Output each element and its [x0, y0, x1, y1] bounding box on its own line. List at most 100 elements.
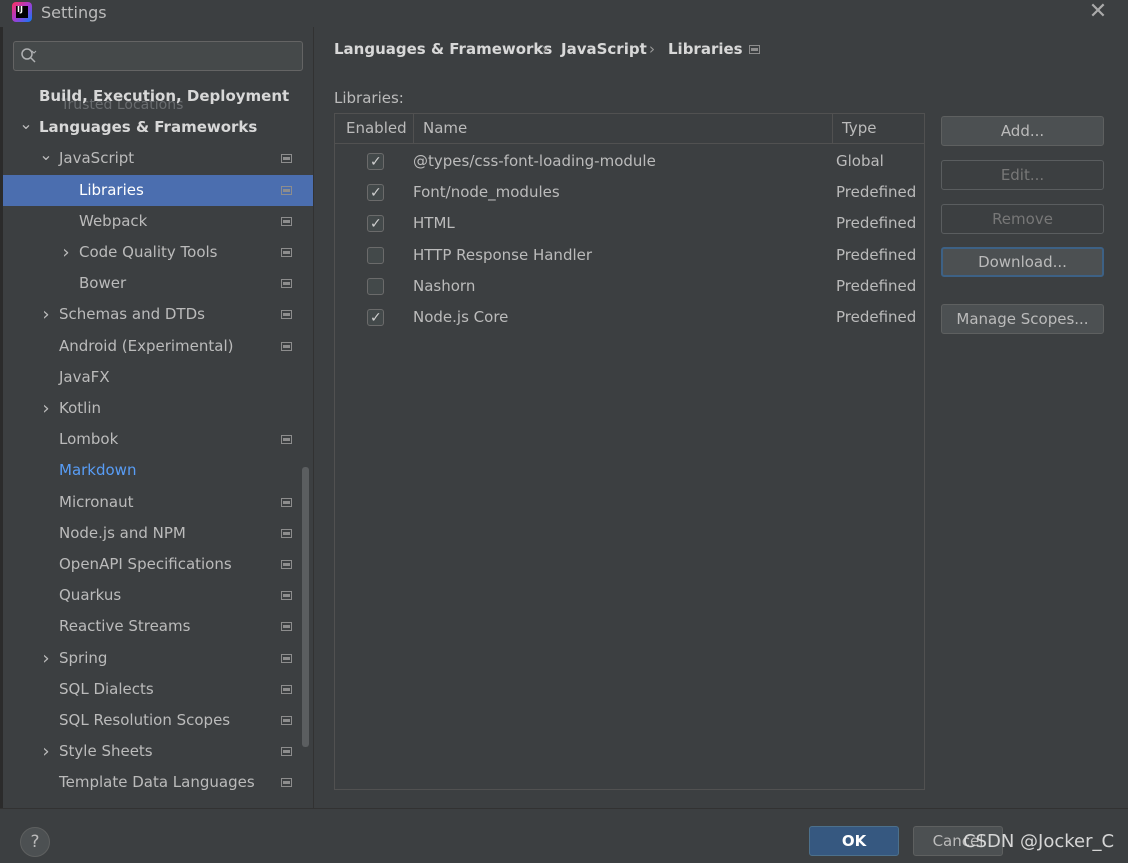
enabled-checkbox[interactable]: ✓	[367, 309, 384, 326]
settings-content: Languages & Frameworks › JavaScript › Li…	[314, 27, 1128, 808]
enabled-checkbox[interactable]: ✓	[367, 153, 384, 170]
sidebar-item-label: SQL Dialects	[59, 679, 154, 698]
sidebar-item-label: Kotlin	[59, 399, 101, 417]
sidebar-item-label: Webpack	[79, 211, 148, 230]
checkmark-icon: ✓	[370, 310, 382, 326]
search-field[interactable]	[13, 41, 303, 71]
chevron-right-icon[interactable]: ›	[59, 237, 73, 268]
sidebar-item-android-experimental[interactable]: Android (Experimental)	[3, 331, 313, 362]
project-level-icon	[281, 341, 292, 351]
enabled-checkbox[interactable]: ✓	[367, 215, 384, 233]
project-level-icon	[281, 528, 292, 538]
sidebar-item-label: Spring	[59, 648, 108, 667]
chevron-right-icon[interactable]: ›	[39, 393, 53, 424]
table-row[interactable]: ✓ @types/css-font-loading-module Global	[335, 146, 924, 177]
breadcrumb-item-javascript[interactable]: JavaScript	[561, 40, 647, 58]
chevron-right-icon[interactable]: ›	[39, 299, 53, 330]
library-name-cell: HTML	[413, 214, 455, 233]
enabled-checkbox[interactable]: ✓	[367, 184, 384, 202]
ok-button[interactable]: OK	[809, 826, 899, 856]
sidebar-item-micronaut[interactable]: Micronaut	[3, 487, 313, 518]
project-level-icon	[281, 622, 292, 632]
sidebar-item-label: Lombok	[59, 430, 119, 449]
column-header-name[interactable]: Name	[423, 114, 467, 143]
csdn-watermark: CSDN @Jocker_C	[963, 831, 1115, 852]
sidebar-item-schemas-and-dtds[interactable]: › Schemas and DTDs	[3, 299, 313, 330]
sidebar-item-build-execution-deployment[interactable]: Build, Execution, Deployment	[3, 81, 313, 112]
project-level-icon	[281, 653, 292, 663]
project-level-icon	[281, 716, 292, 725]
column-header-enabled[interactable]: Enabled	[346, 114, 407, 143]
window-title: Settings	[41, 3, 107, 22]
sidebar-item-node-js-and-npm[interactable]: Node.js and NPM	[3, 518, 313, 549]
sidebar-item-label: OpenAPI Specifications	[59, 555, 232, 573]
sidebar-item-label: Languages & Frameworks	[39, 118, 258, 137]
sidebar-item-label: Bower	[79, 274, 127, 293]
sidebar-item-libraries[interactable]: Libraries	[3, 174, 313, 206]
project-level-icon	[749, 45, 760, 54]
remove-button[interactable]: Remove	[941, 204, 1104, 234]
edit-button[interactable]: Edit...	[941, 160, 1104, 190]
sidebar-item-label: Code Quality Tools	[79, 243, 218, 261]
chevron-down-icon[interactable]: ⌄	[19, 108, 33, 139]
help-button[interactable]: ?	[20, 827, 50, 857]
sidebar-item-bower[interactable]: Bower	[3, 268, 313, 299]
dialog-footer: ? OK Cancel CSDN @Jocker_C	[0, 808, 1128, 863]
project-level-icon	[281, 747, 292, 757]
sidebar-item-javascript[interactable]: ⌄ JavaScript	[3, 143, 313, 174]
table-row[interactable]: HTTP Response Handler Predefined	[335, 240, 924, 271]
sidebar-item-code-quality-tools[interactable]: › Code Quality Tools	[3, 237, 313, 268]
table-row[interactable]: ✓ HTML Predefined	[335, 208, 924, 239]
sidebar-item-label: JavaScript	[59, 149, 135, 168]
sidebar-item-markdown[interactable]: Markdown	[3, 455, 313, 486]
column-divider	[413, 114, 414, 143]
breadcrumb-separator: ›	[649, 40, 655, 58]
sidebar-item-webpack[interactable]: Webpack	[3, 206, 313, 237]
column-divider	[832, 114, 833, 143]
library-type-cell: Global	[836, 152, 884, 170]
sidebar-item-lombok[interactable]: Lombok	[3, 424, 313, 455]
sidebar-item-label: Reactive Streams	[59, 617, 191, 636]
project-level-icon	[281, 310, 292, 320]
sidebar-item-openapi-specifications[interactable]: OpenAPI Specifications	[3, 549, 313, 580]
table-row[interactable]: ✓ Node.js Core Predefined	[335, 302, 924, 333]
libraries-label: Libraries:	[334, 89, 404, 107]
library-type-cell: Predefined	[836, 308, 917, 326]
enabled-checkbox[interactable]	[367, 277, 384, 295]
intellij-app-icon: IJ	[12, 2, 32, 22]
chevron-right-icon[interactable]: ›	[39, 643, 53, 674]
chevron-right-icon[interactable]: ›	[39, 736, 53, 767]
breadcrumb-item-languages-frameworks[interactable]: Languages & Frameworks	[334, 40, 552, 58]
download-button[interactable]: Download...	[941, 247, 1104, 277]
sidebar-item-label: JavaFX	[59, 367, 110, 386]
sidebar-item-sql-resolution-scopes[interactable]: SQL Resolution Scopes	[3, 705, 313, 736]
sidebar-item-label: Node.js and NPM	[59, 523, 186, 542]
sidebar-item-template-data-languages[interactable]: Template Data Languages	[3, 767, 313, 798]
table-row[interactable]: Nashorn Predefined	[335, 271, 924, 302]
close-icon[interactable]: ✕	[1086, 0, 1110, 24]
sidebar-scrollbar[interactable]	[302, 467, 309, 747]
sidebar-item-spring[interactable]: › Spring	[3, 643, 313, 674]
manage-scopes-button[interactable]: Manage Scopes...	[941, 304, 1104, 334]
sidebar-item-quarkus[interactable]: Quarkus	[3, 580, 313, 611]
sidebar-item-reactive-streams[interactable]: Reactive Streams	[3, 611, 313, 642]
sidebar-item-style-sheets[interactable]: › Style Sheets	[3, 736, 313, 767]
enabled-checkbox[interactable]	[367, 246, 384, 264]
settings-sidebar: Trusted Locations Build, Execution, Depl…	[3, 27, 313, 808]
add-button[interactable]: Add...	[941, 116, 1104, 146]
sidebar-item-label: Markdown	[59, 461, 137, 480]
column-header-type[interactable]: Type	[842, 114, 876, 143]
search-input[interactable]	[44, 45, 294, 67]
sidebar-item-sql-dialects[interactable]: SQL Dialects	[3, 674, 313, 705]
search-icon	[21, 48, 37, 63]
table-row[interactable]: ✓ Font/node_modules Predefined	[335, 177, 924, 208]
project-level-icon	[281, 778, 292, 788]
chevron-down-icon[interactable]: ⌄	[39, 139, 53, 170]
project-level-icon	[281, 154, 292, 164]
project-level-icon	[281, 248, 292, 257]
project-level-icon	[281, 591, 292, 601]
libraries-table: Enabled Name Type ✓ @types/css-font-loadi…	[334, 113, 925, 790]
sidebar-item-kotlin[interactable]: › Kotlin	[3, 393, 313, 424]
sidebar-item-javafx[interactable]: JavaFX	[3, 362, 313, 393]
library-name-cell: Nashorn	[413, 276, 476, 295]
